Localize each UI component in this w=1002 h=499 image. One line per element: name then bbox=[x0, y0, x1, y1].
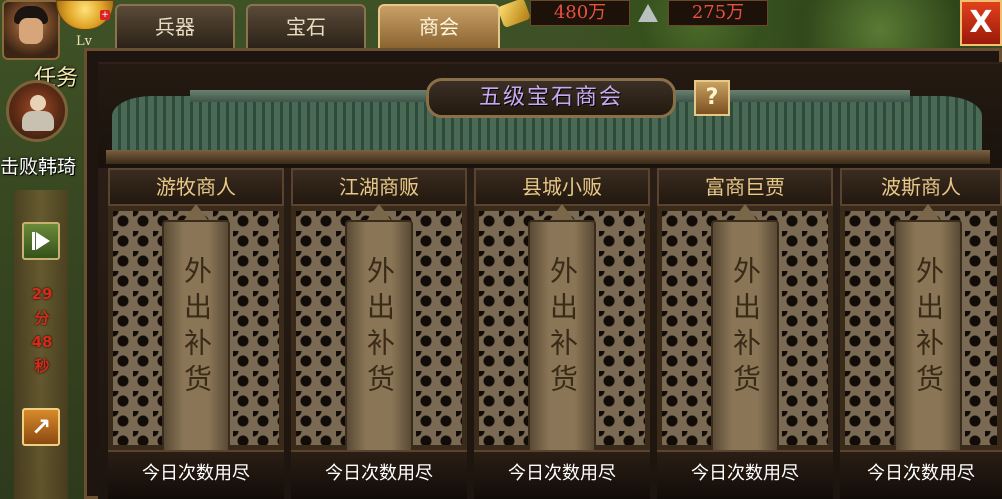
expand-arrow-button[interactable]: ↗ bbox=[22, 408, 60, 446]
merchant-footer: 今日次数用尽 bbox=[474, 450, 650, 499]
merchant-name: 富商巨贾 bbox=[657, 168, 833, 206]
quest-name[interactable]: 击败韩琦 bbox=[0, 152, 76, 179]
timer-seconds: 48 bbox=[31, 333, 53, 351]
merchant-card[interactable]: 游牧商人 外出补货 今日次数用尽 bbox=[108, 168, 284, 499]
countdown-timer: 29 分 48 秒 bbox=[26, 282, 58, 378]
gold-amount: 480万 bbox=[530, 0, 630, 26]
timer-minutes: 29 bbox=[31, 285, 53, 303]
merchant-name: 县城小贩 bbox=[474, 168, 650, 206]
silver-icon bbox=[638, 4, 658, 22]
roof-eave bbox=[106, 150, 990, 164]
merchant-card[interactable]: 县城小贩 外出补货 今日次数用尽 bbox=[474, 168, 650, 499]
merchant-footer: 今日次数用尽 bbox=[108, 450, 284, 499]
general-head bbox=[30, 95, 46, 111]
quest-general-icon[interactable] bbox=[6, 80, 68, 142]
merchant-card[interactable]: 江湖商贩 外出补货 今日次数用尽 bbox=[291, 168, 467, 499]
tab-weapons[interactable]: 兵器 bbox=[115, 4, 235, 48]
merchant-name: 江湖商贩 bbox=[291, 168, 467, 206]
merchant-card[interactable]: 富商巨贾 外出补货 今日次数用尽 bbox=[657, 168, 833, 499]
merchant-footer: 今日次数用尽 bbox=[657, 450, 833, 499]
merchant-status: 外出补货 bbox=[363, 256, 396, 400]
merchant-name: 游牧商人 bbox=[108, 168, 284, 206]
merchant-status: 外出补货 bbox=[546, 256, 579, 400]
play-button[interactable] bbox=[22, 222, 60, 260]
close-button[interactable]: X bbox=[960, 0, 1002, 46]
merchant-status: 外出补货 bbox=[912, 256, 945, 400]
general-body bbox=[22, 111, 54, 131]
help-button[interactable]: ? bbox=[694, 80, 730, 116]
timer-seconds-unit: 秒 bbox=[34, 357, 50, 375]
merchant-footer: 今日次数用尽 bbox=[840, 450, 1002, 499]
merchant-name: 波斯商人 bbox=[840, 168, 1002, 206]
avatar-face bbox=[19, 18, 43, 44]
tab-guild[interactable]: 商会 bbox=[378, 4, 500, 48]
player-level: Lv bbox=[76, 34, 92, 49]
plus-icon[interactable]: + bbox=[100, 10, 110, 20]
merchant-status: 外出补货 bbox=[729, 256, 762, 400]
merchant-footer: 今日次数用尽 bbox=[291, 450, 467, 499]
timer-minutes-unit: 分 bbox=[34, 309, 50, 327]
merchant-card[interactable]: 波斯商人 外出补货 今日次数用尽 bbox=[840, 168, 1002, 499]
player-avatar[interactable] bbox=[2, 0, 60, 60]
panel-title: 五级宝石商会 bbox=[426, 78, 676, 118]
silver-amount: 275万 bbox=[668, 0, 768, 26]
tab-gems[interactable]: 宝石 bbox=[246, 4, 366, 48]
merchant-status: 外出补货 bbox=[180, 256, 213, 400]
